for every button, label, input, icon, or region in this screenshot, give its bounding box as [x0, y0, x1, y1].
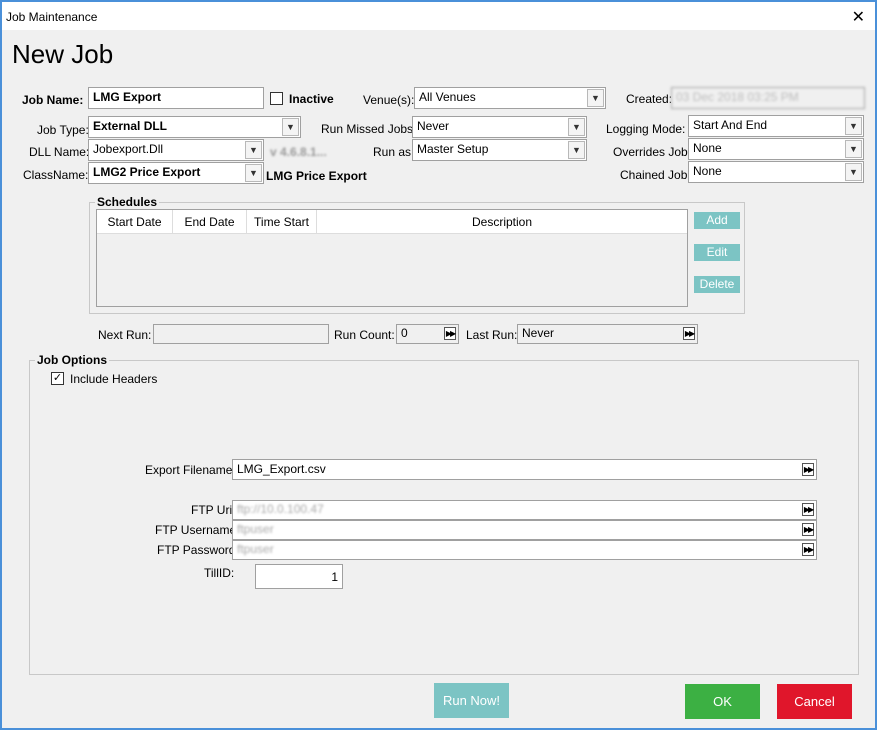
chevron-down-icon[interactable]: ▼	[282, 118, 299, 136]
inactive-checkbox[interactable]	[270, 92, 283, 105]
run-missed-select[interactable]: Never ▼	[412, 116, 587, 138]
chevron-down-icon[interactable]: ▼	[587, 89, 604, 107]
dll-name-label: DLL Name:	[29, 145, 90, 159]
col-end-date[interactable]: End Date	[173, 210, 247, 234]
cancel-button[interactable]: Cancel	[777, 684, 852, 719]
chevron-down-icon[interactable]: ▼	[245, 141, 262, 159]
chevron-down-icon[interactable]: ▼	[845, 163, 862, 181]
dll-name-select[interactable]: Jobexport.Dll ▼	[88, 139, 264, 161]
window-title: Job Maintenance	[6, 10, 98, 24]
job-options-group: Job Options ✓ Include Headers Export Fil…	[29, 353, 859, 675]
job-type-label: Job Type:	[37, 123, 89, 137]
created-value: 03 Dec 2018 03:25 PM	[671, 87, 865, 109]
chevron-down-icon[interactable]: ▼	[245, 164, 262, 182]
close-icon[interactable]: ✕	[852, 7, 865, 27]
created-label: Created:	[626, 92, 673, 106]
ftp-uri-label: FTP Uri	[191, 503, 233, 517]
title-bar: Job Maintenance ✕	[2, 2, 875, 30]
ftp-uri-field[interactable]: ftp://10.0.100.47 ▶▶	[232, 500, 817, 520]
edit-schedule-button[interactable]: Edit	[694, 244, 740, 261]
job-type-select[interactable]: External DLL ▼	[88, 116, 301, 138]
inactive-label: Inactive	[289, 92, 334, 106]
job-options-title: Job Options	[35, 353, 109, 367]
job-maintenance-window: Job Maintenance ✕ New Job Job Name: LMG …	[0, 0, 877, 730]
classname-display: LMG Price Export	[266, 169, 367, 183]
schedules-grid[interactable]: Start Date End Date Time Start Descripti…	[96, 209, 688, 307]
dll-name-value: Jobexport.Dll	[93, 142, 164, 156]
overrides-job-select[interactable]: None ▼	[688, 138, 864, 160]
job-type-value: External DLL	[93, 119, 168, 133]
overrides-job-value: None	[693, 141, 722, 155]
fast-forward-icon[interactable]: ▶▶	[802, 523, 814, 536]
export-filename-label: Export Filename	[145, 463, 233, 477]
till-id-label: TillID:	[204, 566, 235, 580]
export-filename-value: LMG_Export.csv	[237, 462, 326, 476]
last-run-value: Never	[522, 326, 555, 340]
ftp-password-value: ftpuser	[237, 542, 274, 556]
delete-schedule-button[interactable]: Delete	[694, 276, 740, 293]
classname-select[interactable]: LMG2 Price Export ▼	[88, 162, 264, 184]
logging-mode-select[interactable]: Start And End ▼	[688, 115, 864, 137]
last-run-label: Last Run:	[466, 328, 518, 342]
run-count-value: 0	[401, 326, 408, 340]
ftp-uri-value: ftp://10.0.100.47	[237, 502, 324, 516]
till-id-input[interactable]: 1	[255, 564, 343, 589]
venues-select[interactable]: All Venues ▼	[414, 87, 606, 109]
run-as-label: Run as:	[373, 145, 415, 159]
dll-version: v 4.6.8.1...	[270, 145, 327, 159]
fast-forward-icon[interactable]: ▶▶	[683, 327, 695, 340]
ftp-username-value: ftpuser	[237, 522, 274, 536]
ftp-username-field[interactable]: ftpuser ▶▶	[232, 520, 817, 540]
add-schedule-button[interactable]: Add	[694, 212, 740, 229]
last-run-field: Never ▶▶	[517, 324, 698, 344]
chevron-down-icon[interactable]: ▼	[568, 118, 585, 136]
run-as-value: Master Setup	[417, 142, 489, 156]
col-description[interactable]: Description	[317, 210, 687, 234]
chevron-down-icon[interactable]: ▼	[568, 141, 585, 159]
run-count-field: 0 ▶▶	[396, 324, 459, 344]
chevron-down-icon[interactable]: ▼	[845, 140, 862, 158]
logging-mode-value: Start And End	[693, 118, 768, 132]
run-missed-value: Never	[417, 119, 450, 133]
venues-value: All Venues	[419, 90, 476, 104]
export-filename-field[interactable]: LMG_Export.csv ▶▶	[232, 459, 817, 480]
fast-forward-icon[interactable]: ▶▶	[802, 543, 814, 556]
chained-job-label: Chained Job:	[620, 168, 691, 182]
ftp-password-field[interactable]: ftpuser ▶▶	[232, 540, 817, 560]
chained-job-value: None	[693, 164, 722, 178]
classname-value: LMG2 Price Export	[93, 165, 201, 179]
run-count-label: Run Count:	[334, 328, 395, 342]
col-time-start[interactable]: Time Start	[247, 210, 317, 234]
run-missed-label: Run Missed Jobs:	[321, 122, 417, 136]
classname-label: ClassName:	[23, 168, 89, 182]
run-now-button[interactable]: Run Now!	[434, 683, 509, 718]
chevron-down-icon[interactable]: ▼	[845, 117, 862, 135]
next-run-label: Next Run:	[98, 328, 152, 342]
logging-mode-label: Logging Mode:	[606, 122, 686, 136]
chained-job-select[interactable]: None ▼	[688, 161, 864, 183]
schedules-header: Start Date End Date Time Start Descripti…	[97, 210, 687, 234]
job-name-input[interactable]: LMG Export	[88, 87, 264, 109]
job-name-label: Job Name:	[22, 93, 84, 107]
page-title: New Job	[12, 39, 114, 69]
run-as-select[interactable]: Master Setup ▼	[412, 139, 587, 161]
venues-label: Venue(s):	[363, 93, 415, 107]
fast-forward-icon[interactable]: ▶▶	[444, 327, 456, 340]
overrides-job-label: Overrides Job:	[613, 145, 692, 159]
col-start-date[interactable]: Start Date	[97, 210, 173, 234]
ftp-password-label: FTP Password	[157, 543, 236, 557]
include-headers-checkbox[interactable]: ✓	[51, 372, 64, 385]
ftp-username-label: FTP Username	[155, 523, 237, 537]
include-headers-label: Include Headers	[70, 372, 158, 386]
ok-button[interactable]: OK	[685, 684, 760, 719]
schedules-title: Schedules	[95, 195, 160, 209]
next-run-value	[153, 324, 329, 344]
fast-forward-icon[interactable]: ▶▶	[802, 463, 814, 476]
fast-forward-icon[interactable]: ▶▶	[802, 503, 814, 516]
schedules-group: Schedules Start Date End Date Time Start…	[89, 195, 745, 314]
